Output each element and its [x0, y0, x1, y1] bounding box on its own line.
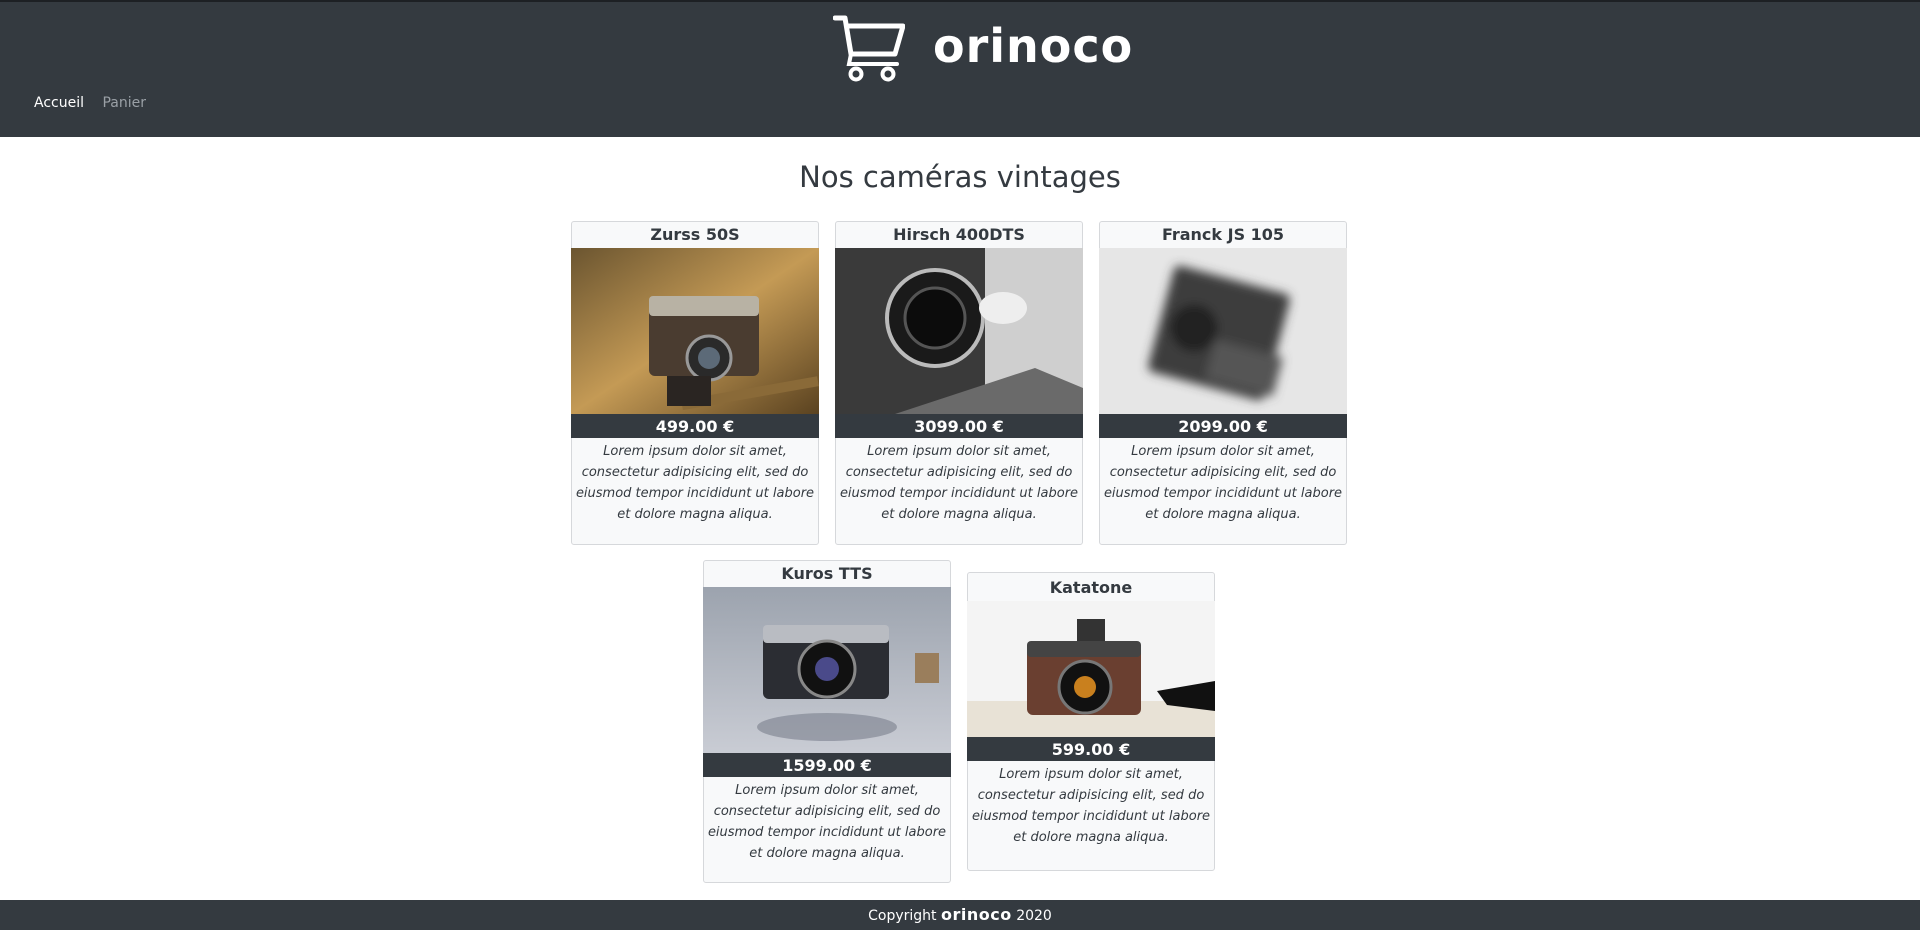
- brand-name: orinoco: [933, 19, 1134, 73]
- site-header: orinoco Accueil Panier: [0, 2, 1920, 137]
- product-image[interactable]: [571, 248, 819, 414]
- product-price: 499.00 €: [571, 414, 819, 438]
- site-footer: Copyright orinoco 2020: [0, 900, 1920, 930]
- product-price: 599.00 €: [967, 737, 1215, 761]
- footer-brand: orinoco: [941, 905, 1012, 924]
- nav-link-home[interactable]: Accueil: [34, 95, 84, 111]
- product-image[interactable]: [967, 601, 1215, 737]
- product-name: Katatone: [1049, 578, 1133, 597]
- copyright-year: 2020: [1016, 908, 1052, 924]
- product-image[interactable]: [835, 248, 1083, 414]
- product-name: Zurss 50S: [650, 225, 740, 244]
- product-description: Lorem ipsum dolor sit amet, consectetur …: [1103, 444, 1343, 522]
- product-description: Lorem ipsum dolor sit amet, consectetur …: [839, 444, 1079, 522]
- shopping-cart-icon: [833, 15, 905, 82]
- product-price: 3099.00 €: [835, 414, 1083, 438]
- product-name: Hirsch 400DTS: [893, 225, 1025, 244]
- product-description: Lorem ipsum dolor sit amet, consectetur …: [707, 783, 947, 861]
- product-name: Franck JS 105: [1161, 225, 1285, 244]
- product-card[interactable]: Franck JS 105 2099.00 € Lorem ipsum dolo…: [1099, 221, 1347, 545]
- product-price: 1599.00 €: [703, 753, 951, 777]
- product-card[interactable]: Katatone 599.00 € Lorem ipsum dolor sit …: [967, 572, 1215, 871]
- nav-link-cart[interactable]: Panier: [102, 95, 146, 111]
- main-nav: Accueil Panier: [34, 95, 160, 111]
- product-description: Lorem ipsum dolor sit amet, consectetur …: [971, 767, 1211, 845]
- copyright-label: Copyright: [868, 908, 937, 924]
- product-image[interactable]: [1099, 248, 1347, 414]
- product-card[interactable]: Hirsch 400DTS 3099.00 € Lorem ipsum dolo…: [835, 221, 1083, 545]
- product-card[interactable]: Kuros TTS 1599.00 € Lorem ipsum dolor si…: [703, 560, 951, 883]
- product-price: 2099.00 €: [1099, 414, 1347, 438]
- product-card[interactable]: Zurss 50S 499.00 € Lorem ipsum dolor sit…: [571, 221, 819, 545]
- product-description: Lorem ipsum dolor sit amet, consectetur …: [575, 444, 815, 522]
- product-name: Kuros TTS: [781, 564, 873, 583]
- page-title: Nos caméras vintages: [799, 160, 1121, 194]
- product-image[interactable]: [703, 587, 951, 753]
